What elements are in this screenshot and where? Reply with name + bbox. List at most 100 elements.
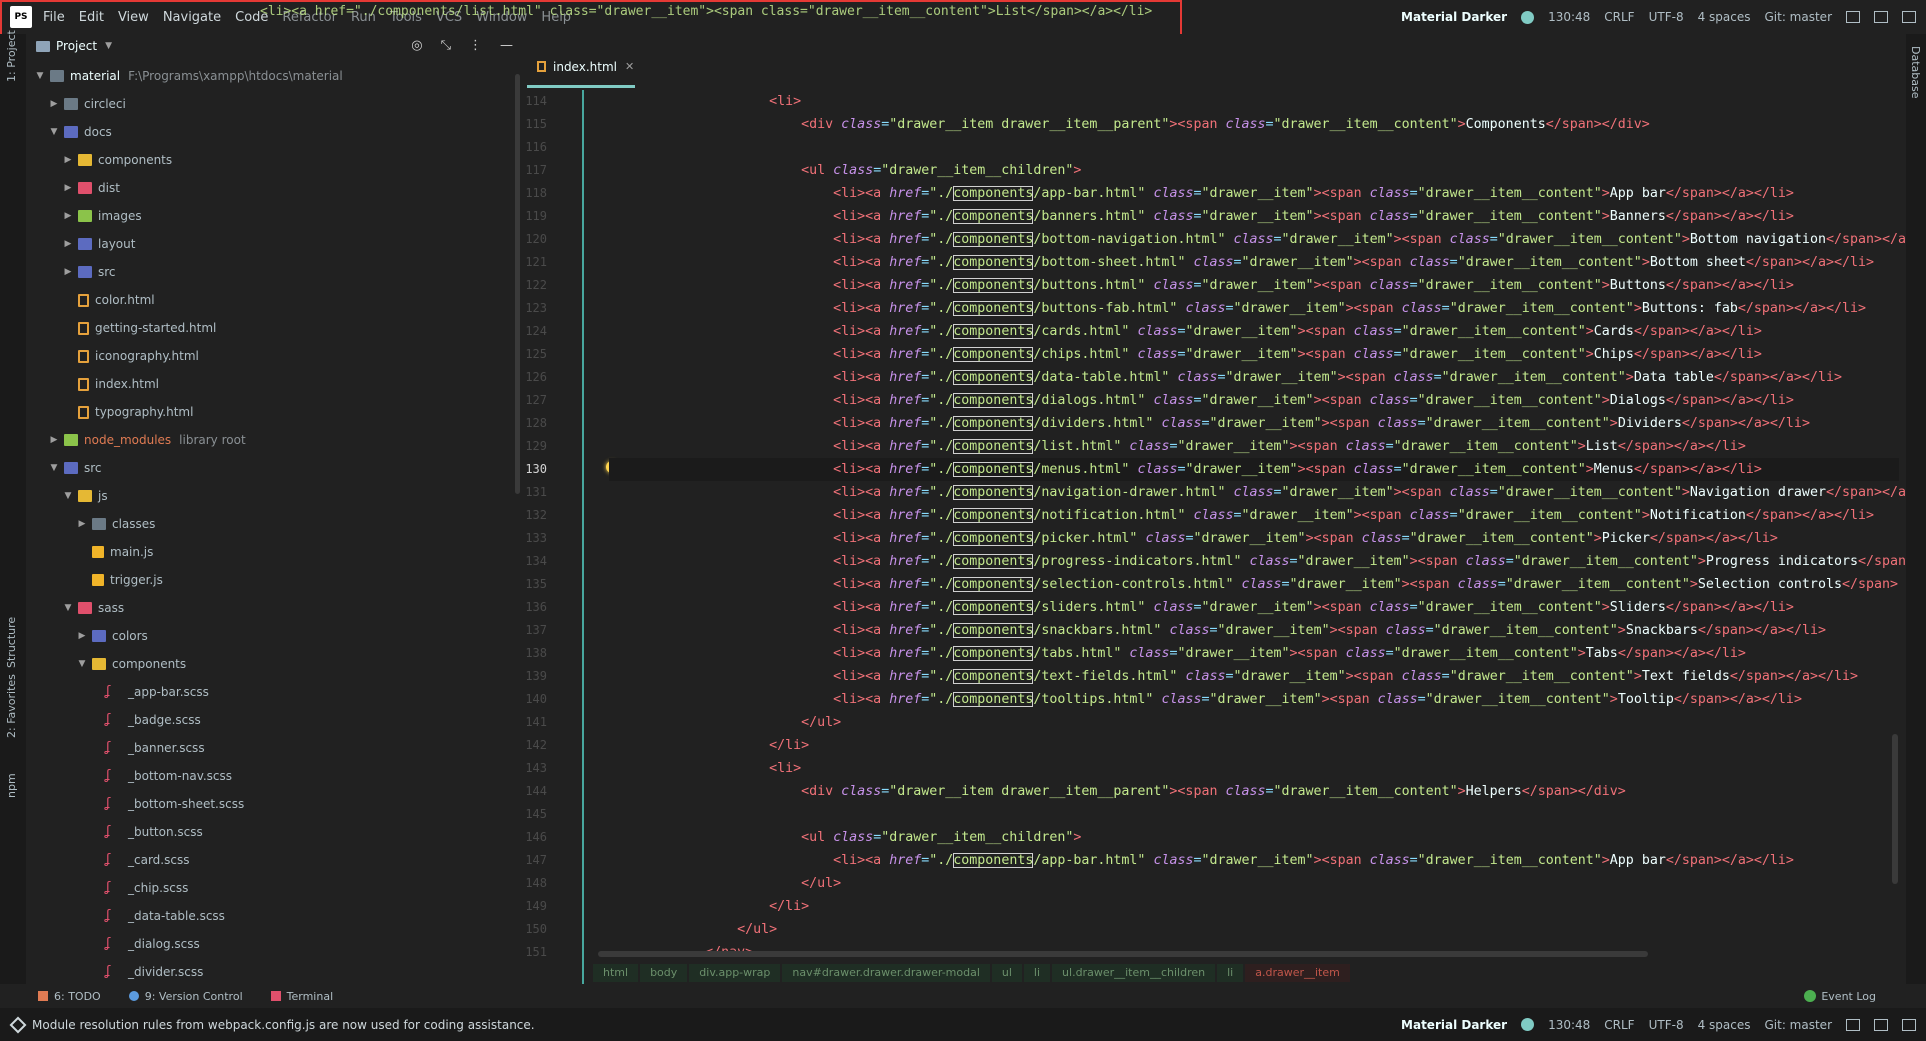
options-icon[interactable]: ⋮ xyxy=(469,38,482,53)
tool-tab-structure[interactable]: Structure xyxy=(5,617,18,668)
theme-indicator[interactable]: Material Darker xyxy=(1401,1018,1507,1032)
tree-item[interactable]: ʆ _banner.scss xyxy=(26,734,523,762)
tree-item[interactable]: ▼ sass xyxy=(26,594,523,622)
tab-index-html[interactable]: index.html ✕ xyxy=(527,48,635,88)
tree-item[interactable]: ʆ _app-bar.scss xyxy=(26,678,523,706)
code-line[interactable]: <li><a href = "./components/bottom-sheet.h… xyxy=(609,251,1899,274)
tool-tab-npm[interactable]: npm xyxy=(5,773,18,798)
tree-item[interactable]: ▼ docs xyxy=(26,118,523,146)
menu-item-edit[interactable]: Edit xyxy=(72,10,111,25)
code-line[interactable]: <li><a href = "./components/snackbars.html… xyxy=(609,619,1899,642)
code-line[interactable]: <li><a href="./components/banners.html" … xyxy=(609,205,1899,228)
settings-icon[interactable] xyxy=(1902,1018,1916,1031)
code-line[interactable]: <li><a href = "./components/chips.html" cl… xyxy=(609,343,1899,366)
breadcrumb-item[interactable]: nav#drawer.drawer.drawer-modal xyxy=(782,964,990,982)
code-line[interactable]: </ul> xyxy=(609,711,1899,734)
menu-item-view[interactable]: View xyxy=(111,10,156,25)
tree-item[interactable]: ʆ _bottom-sheet.scss xyxy=(26,790,523,818)
lock-icon[interactable] xyxy=(1846,1018,1860,1031)
git-branch[interactable]: Git: master xyxy=(1764,10,1832,24)
chevron-down-icon[interactable]: ▼ xyxy=(34,71,46,81)
tree-item[interactable]: ʆ _bottom-nav.scss xyxy=(26,762,523,790)
breadcrumb-item[interactable]: html xyxy=(593,964,639,982)
tree-item[interactable]: ▶ dist xyxy=(26,174,523,202)
tree-item[interactable]: iconography.html xyxy=(26,342,523,370)
editor-vertical-scrollbar[interactable] xyxy=(1892,734,1898,884)
chevron-right-icon[interactable]: ▶ xyxy=(62,267,74,277)
horizontal-scrollbar[interactable] xyxy=(598,951,1648,957)
tree-item[interactable]: ▶ circleci xyxy=(26,90,523,118)
code-line[interactable]: <li><a href = "./components/picker.html" c… xyxy=(609,527,1899,550)
code-line[interactable]: <li><a href = "./components/cards.html" cl… xyxy=(609,320,1899,343)
cursor-position[interactable]: 130:48 xyxy=(1548,1018,1590,1032)
tool-tab-database[interactable]: Database xyxy=(1909,46,1922,99)
code-line[interactable]: <ul class="drawer__item__children"> xyxy=(609,159,1899,182)
code-line[interactable]: <div class="drawer__item drawer__item__p… xyxy=(609,113,1899,136)
chevron-right-icon[interactable]: ▶ xyxy=(62,239,74,249)
tree-item[interactable]: ʆ _dialog.scss xyxy=(26,930,523,958)
tree-item[interactable]: ▶ colors xyxy=(26,622,523,650)
todo-tool-button[interactable]: 6: TODO xyxy=(38,990,101,1003)
code-line[interactable]: <li><a href = "./components/buttons-fab.ht… xyxy=(609,297,1899,320)
code-line[interactable]: <li><a href = "./components/bottom-navigat… xyxy=(609,228,1906,251)
theme-indicator[interactable]: Material Darker xyxy=(1401,10,1507,24)
code-line[interactable]: <li><a href = "./components/menus.html" cl… xyxy=(609,458,1899,481)
code-line[interactable]: <li><a href="./components/sliders.html" … xyxy=(609,596,1899,619)
code-line[interactable] xyxy=(609,803,1899,826)
tree-item[interactable]: color.html xyxy=(26,286,523,314)
chevron-down-icon[interactable]: ▼ xyxy=(62,603,74,613)
code-line[interactable]: <li><a href="./components/buttons.html" … xyxy=(609,274,1899,297)
tool-tab-project[interactable]: 1: Project xyxy=(5,30,18,82)
code-line[interactable]: <li><a href = "./components/selection-cont… xyxy=(609,573,1899,596)
tree-item[interactable]: ▶ images xyxy=(26,202,523,230)
terminal-tool-button[interactable]: Terminal xyxy=(270,990,333,1003)
lock-icon[interactable] xyxy=(1846,11,1860,23)
breadcrumb-item[interactable]: ul.drawer__item__children xyxy=(1052,964,1216,982)
tree-item[interactable]: ▶ components xyxy=(26,146,523,174)
breadcrumb-item[interactable]: body xyxy=(640,964,688,982)
code-line[interactable]: <li><a href="./components/app-bar.html" … xyxy=(609,182,1899,205)
tree-item[interactable]: ▼ js xyxy=(26,482,523,510)
chevron-down-icon[interactable]: ▼ xyxy=(76,659,88,669)
indent-setting[interactable]: 4 spaces xyxy=(1698,10,1751,24)
tree-item[interactable]: trigger.js xyxy=(26,566,523,594)
tool-tab-favorites[interactable]: 2: Favorites xyxy=(5,674,18,738)
tree-item[interactable]: getting-started.html xyxy=(26,314,523,342)
tree-item[interactable]: ʆ _button.scss xyxy=(26,818,523,846)
chevron-down-icon[interactable]: ▼ xyxy=(62,491,74,501)
chevron-down-icon[interactable]: ▼ xyxy=(48,127,60,137)
code-line[interactable]: <li><a href="./components/dialogs.html" … xyxy=(609,389,1899,412)
breadcrumb-item[interactable]: a.drawer__item xyxy=(1245,964,1350,982)
tree-item[interactable]: ▶ classes xyxy=(26,510,523,538)
code-line[interactable]: <li><a href = "./components/tooltips.html"… xyxy=(609,688,1899,711)
code-line[interactable]: </li> xyxy=(609,734,1899,757)
tree-item[interactable]: ▼ src xyxy=(26,454,523,482)
code-line[interactable]: <li><a href = "./components/tabs.html" cla… xyxy=(609,642,1899,665)
breadcrumb-item[interactable]: ul xyxy=(991,964,1022,982)
settings-icon[interactable] xyxy=(1902,11,1916,23)
chevron-right-icon[interactable]: ▶ xyxy=(48,435,60,445)
chevron-down-icon[interactable]: ▼ xyxy=(105,41,112,51)
file-encoding[interactable]: UTF-8 xyxy=(1649,10,1684,24)
tree-item[interactable]: ʆ _divider.scss xyxy=(26,958,523,984)
menu-item-navigate[interactable]: Navigate xyxy=(156,10,228,25)
code-line[interactable]: <li><a href = "./components/dividers.html"… xyxy=(609,412,1899,435)
chevron-down-icon[interactable]: ▼ xyxy=(48,463,60,473)
tree-item[interactable]: ʆ _badge.scss xyxy=(26,706,523,734)
code-line[interactable]: <li><a href = "./components/data-table.htm… xyxy=(609,366,1899,389)
status-message[interactable]: Module resolution rules from webpack.con… xyxy=(9,1016,535,1033)
hide-panel-icon[interactable]: — xyxy=(500,38,513,53)
breadcrumb-item[interactable]: div.app-wrap xyxy=(689,964,781,982)
project-panel-title[interactable]: Project xyxy=(56,39,97,53)
code-line[interactable]: <div class="drawer__item drawer__item__p… xyxy=(609,780,1899,803)
code-line[interactable]: <li><a href="./components/app-bar.html" … xyxy=(609,849,1899,872)
chevron-right-icon[interactable]: ▶ xyxy=(48,99,60,109)
code-line[interactable]: </ul> xyxy=(609,872,1899,895)
code-area[interactable]: <li> <div class="drawer__item drawer__it… xyxy=(609,90,1906,984)
line-ending[interactable]: CRLF xyxy=(1604,1018,1634,1032)
code-line[interactable]: <li><a href = "./components/progress-indic… xyxy=(609,550,1906,573)
indent-setting[interactable]: 4 spaces xyxy=(1698,1018,1751,1032)
locate-icon[interactable]: ◎ xyxy=(411,38,422,53)
code-line[interactable]: <li><a href = "./components/navigation-dra… xyxy=(609,481,1906,504)
tree-item[interactable]: ▼ material F:\Programs\xampp\htdocs\materi… xyxy=(26,62,523,90)
